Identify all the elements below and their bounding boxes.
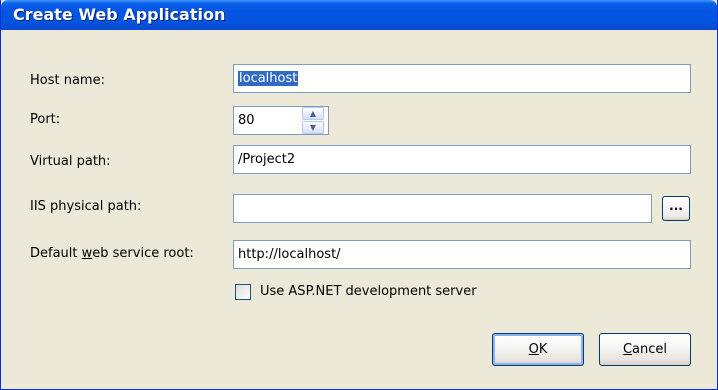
ok-button[interactable]: OK bbox=[492, 333, 584, 366]
virtual-path-value: /Project2 bbox=[238, 152, 296, 167]
dev-server-checkbox[interactable] bbox=[235, 284, 251, 300]
spinner-down-icon[interactable]: ▼ bbox=[302, 121, 324, 134]
virtual-path-label: Virtual path: bbox=[30, 154, 111, 169]
spinner-up-icon[interactable]: ▲ bbox=[302, 107, 324, 120]
iis-physical-path-input[interactable] bbox=[233, 194, 652, 223]
host-name-input[interactable]: localhost bbox=[233, 64, 691, 93]
web-service-root-input[interactable]: http://localhost/ bbox=[233, 240, 691, 269]
title-bar[interactable]: Create Web Application bbox=[1, 0, 717, 30]
port-spinner: ▲ ▼ bbox=[301, 106, 327, 135]
virtual-path-input[interactable]: /Project2 bbox=[233, 145, 691, 174]
port-label: Port: bbox=[30, 112, 61, 127]
iis-physical-path-label: IIS physical path: bbox=[30, 199, 142, 214]
browse-button[interactable]: ... bbox=[662, 196, 690, 221]
host-name-label: Host name: bbox=[30, 73, 105, 88]
create-web-application-dialog: Create Web Application Host name: localh… bbox=[0, 0, 718, 390]
port-value: 80 bbox=[238, 113, 255, 128]
dev-server-checkbox-label[interactable]: Use ASP.NET development server bbox=[260, 284, 477, 299]
host-name-value: localhost bbox=[238, 71, 299, 86]
web-service-root-label: Default web service root: bbox=[30, 246, 194, 261]
browse-button-label: ... bbox=[669, 199, 683, 213]
cancel-button[interactable]: Cancel bbox=[599, 333, 691, 366]
web-service-root-value: http://localhost/ bbox=[238, 247, 341, 262]
dialog-title: Create Web Application bbox=[13, 5, 226, 24]
